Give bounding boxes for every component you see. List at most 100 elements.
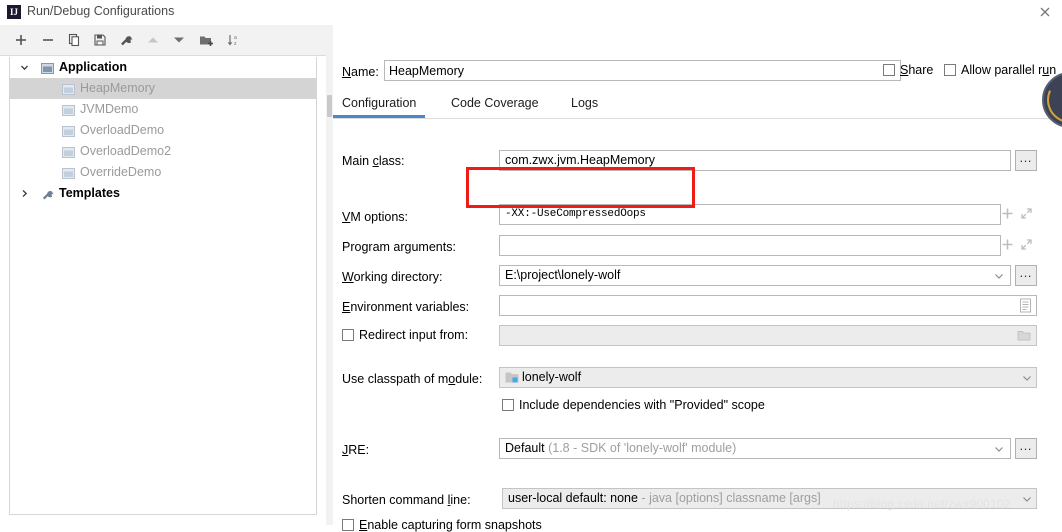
program-arguments-label: Program arguments:: [342, 240, 456, 254]
use-classpath-label: Use classpath of module:: [342, 372, 482, 386]
window-titlebar: IJ Run/Debug Configurations: [0, 0, 1062, 26]
enable-snapshots-checkbox[interactable]: Enable capturing form snapshots: [342, 518, 542, 532]
allow-parallel-run-checkbox[interactable]: Allow parallel run: [944, 63, 1056, 77]
enable-snapshots-label: Enable capturing form snapshots: [359, 518, 542, 532]
use-classpath-dropdown-icon[interactable]: [1019, 367, 1035, 388]
working-directory-field[interactable]: E:\project\lonely-wolf: [499, 265, 1011, 286]
watermark-text: https://blog.csdn.net/zwx900102: [833, 497, 1011, 511]
save-configuration-button[interactable]: [90, 31, 110, 49]
configuration-editor-panel: Name: Share Allow parallel run Configura…: [333, 25, 1062, 525]
edit-templates-button[interactable]: [116, 31, 136, 49]
wrench-icon: [41, 187, 54, 200]
environment-variables-label: Environment variables:: [342, 300, 469, 314]
program-arguments-field-actions: [1001, 238, 1033, 251]
environment-variables-field[interactable]: [499, 295, 1037, 316]
intellij-idea-icon: IJ: [7, 5, 21, 19]
share-checkbox-label: Share: [900, 63, 933, 77]
run-config-icon: [62, 82, 75, 95]
jre-value-secondary: (1.8 - SDK of 'lonely-wolf' module): [548, 441, 736, 455]
tree-item-overloaddemo2[interactable]: OverloadDemo2: [10, 141, 316, 162]
jre-value-primary: Default: [505, 441, 545, 455]
shorten-command-line-value: user-local default: none: [508, 491, 638, 505]
move-down-button[interactable]: [169, 31, 189, 49]
tree-item-heapmemory-label: HeapMemory: [80, 78, 155, 99]
copy-configuration-button[interactable]: [64, 31, 84, 49]
add-macro-icon[interactable]: [1001, 238, 1014, 251]
working-directory-label: Working directory:: [342, 270, 443, 284]
redirect-input-checkbox[interactable]: Redirect input from:: [342, 328, 468, 342]
configurations-toolbar: a z: [0, 25, 326, 56]
tree-item-overridedemo-label: OverrideDemo: [80, 162, 161, 183]
vm-options-field-actions: [1001, 207, 1033, 220]
tree-group-templates-label: Templates: [59, 183, 120, 204]
name-label: Name:: [342, 65, 379, 79]
add-macro-icon[interactable]: [1001, 207, 1014, 220]
jre-dropdown-icon[interactable]: [991, 438, 1007, 459]
remove-configuration-button[interactable]: [38, 31, 58, 49]
svg-text:z: z: [234, 41, 237, 47]
sort-configurations-button[interactable]: a z: [223, 31, 243, 49]
editor-tabs: Configuration Code Coverage Logs: [333, 91, 1062, 119]
redirect-input-field[interactable]: [499, 325, 1037, 346]
program-arguments-field[interactable]: [499, 235, 1001, 256]
run-config-icon: [62, 166, 75, 179]
run-config-icon: [62, 103, 75, 116]
allow-parallel-run-checkbox-box[interactable]: [944, 64, 956, 76]
working-directory-dropdown-icon[interactable]: [991, 265, 1007, 286]
redirect-input-label: Redirect input from:: [359, 328, 468, 342]
tree-item-jvmdemo-label: JVMDemo: [80, 99, 138, 120]
chevron-right-icon[interactable]: [18, 183, 30, 204]
jre-label: JRE:: [342, 443, 369, 457]
move-up-button[interactable]: [143, 31, 163, 49]
jre-field[interactable]: Default (1.8 - SDK of 'lonely-wolf' modu…: [499, 438, 1011, 459]
working-directory-browse-button[interactable]: …: [1015, 265, 1037, 286]
include-dependencies-label: Include dependencies with "Provided" sco…: [519, 398, 765, 412]
run-config-icon: [62, 145, 75, 158]
share-checkbox[interactable]: Share: [883, 63, 933, 77]
splitter-grip[interactable]: [327, 95, 332, 117]
configurations-tree[interactable]: Application HeapMemory JVMDemo: [9, 57, 317, 515]
shorten-command-line-dropdown-icon[interactable]: [1019, 488, 1035, 509]
jre-browse-button[interactable]: …: [1015, 438, 1037, 459]
tree-item-jvmdemo[interactable]: JVMDemo: [10, 99, 316, 120]
vm-options-field[interactable]: -XX:-UseCompressedOops: [499, 204, 1001, 225]
tab-logs[interactable]: Logs: [571, 91, 598, 118]
close-icon[interactable]: [1036, 3, 1054, 21]
use-classpath-field[interactable]: lonely-wolf: [499, 367, 1037, 388]
create-folder-button[interactable]: [196, 31, 216, 49]
expand-editor-icon[interactable]: [1020, 207, 1033, 220]
application-icon: [41, 61, 54, 74]
configurations-panel: a z Application: [0, 25, 327, 525]
shorten-command-line-label: Shorten command line:: [342, 493, 471, 507]
name-label-text: ame:: [351, 65, 379, 79]
name-input[interactable]: [384, 60, 901, 81]
tab-code-coverage[interactable]: Code Coverage: [451, 91, 539, 118]
tree-group-templates[interactable]: Templates: [10, 183, 316, 204]
tree-item-heapmemory[interactable]: HeapMemory: [10, 78, 316, 99]
redirect-input-checkbox-box[interactable]: [342, 329, 354, 341]
include-dependencies-checkbox-box[interactable]: [502, 399, 514, 411]
expand-editor-icon[interactable]: [1020, 238, 1033, 251]
include-dependencies-checkbox[interactable]: Include dependencies with "Provided" sco…: [502, 398, 765, 412]
main-class-browse-button[interactable]: …: [1015, 150, 1037, 171]
environment-variables-editor-icon[interactable]: [1019, 298, 1032, 313]
tab-configuration[interactable]: Configuration: [342, 91, 416, 118]
main-class-label: Main class:: [342, 154, 405, 168]
shorten-command-line-hint: - java [options] classname [args]: [641, 491, 820, 505]
redirect-input-browse-icon[interactable]: [1017, 329, 1032, 342]
tree-group-application[interactable]: Application: [10, 57, 316, 78]
tree-group-application-label: Application: [59, 57, 127, 78]
enable-snapshots-checkbox-box[interactable]: [342, 519, 354, 531]
tree-item-overloaddemo2-label: OverloadDemo2: [80, 141, 171, 162]
main-class-field[interactable]: com.zwx.jvm.HeapMemory: [499, 150, 1011, 171]
chevron-down-icon[interactable]: [18, 57, 30, 78]
module-icon: [505, 371, 519, 387]
vm-options-label: VM options:: [342, 210, 408, 224]
window-title: Run/Debug Configurations: [27, 4, 174, 18]
allow-parallel-run-checkbox-label: Allow parallel run: [961, 63, 1056, 77]
tree-item-overridedemo[interactable]: OverrideDemo: [10, 162, 316, 183]
tree-item-overloaddemo[interactable]: OverloadDemo: [10, 120, 316, 141]
add-configuration-button[interactable]: [11, 31, 31, 49]
tree-item-overloaddemo-label: OverloadDemo: [80, 120, 164, 141]
share-checkbox-box[interactable]: [883, 64, 895, 76]
